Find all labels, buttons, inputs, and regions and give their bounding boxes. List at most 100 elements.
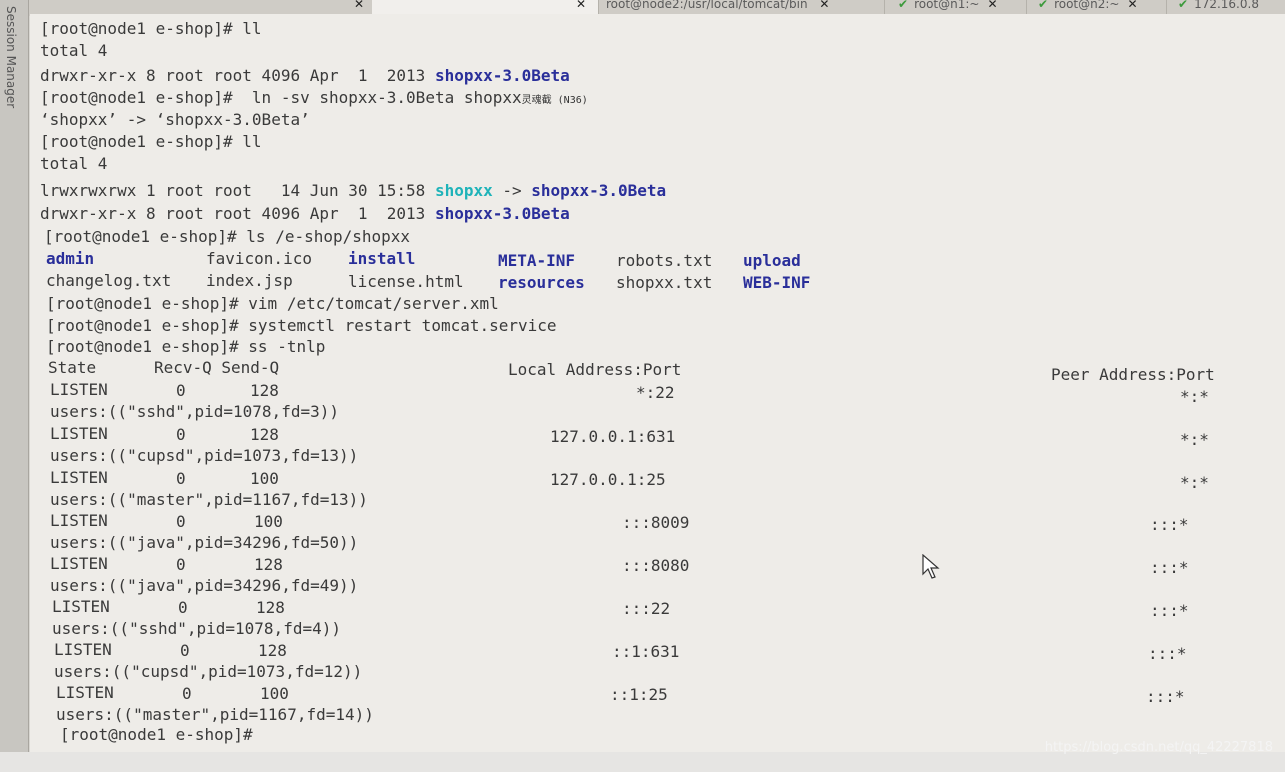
ls-item: WEB-INF — [743, 273, 811, 292]
ss-sendq: 128 — [256, 598, 285, 617]
ss-state: LISTEN — [50, 380, 108, 399]
ls-item: license.html — [348, 272, 464, 291]
ss-sendq: 100 — [250, 469, 279, 488]
terminal-line: drwxr-xr-x 8 root root 4096 Apr 1 2013 s… — [40, 203, 570, 225]
ss-state: LISTEN — [50, 424, 108, 443]
ss-users: users:(("master",pid=1167,fd=13)) — [50, 490, 368, 509]
ss-peer: :::* — [1150, 601, 1189, 620]
tab-3[interactable]: root@node2:/usr/local/tomcat/bin ✕ — [598, 0, 885, 14]
tab-label: root@node2:/usr/local/tomcat/bin — [606, 0, 808, 11]
ss-users: users:(("java",pid=34296,fd=49)) — [50, 576, 359, 595]
ls-item: resources — [498, 273, 585, 292]
ss-sendq: 128 — [250, 425, 279, 444]
ss-sendq: 100 — [254, 512, 283, 531]
ls-item: install — [348, 249, 416, 268]
tab-5[interactable]: ✔ root@n2:~ ✕ — [1030, 0, 1167, 14]
check-icon: ✔ — [1178, 0, 1189, 11]
ls-item: favicon.ico — [206, 249, 312, 268]
terminal-line: ‘shopxx’ -> ‘shopxx-3.0Beta’ — [40, 110, 310, 129]
close-icon[interactable]: ✕ — [987, 0, 997, 11]
close-icon[interactable]: ✕ — [576, 0, 586, 14]
ss-local: ::1:25 — [610, 685, 668, 704]
ls-item: admin — [46, 249, 95, 268]
terminal-line: [root@node1 e-shop]# ll — [40, 19, 262, 38]
terminal-line: [root@node1 e-shop]# ss -tnlp — [46, 337, 326, 356]
terminal-prompt[interactable]: [root@node1 e-shop]# — [60, 724, 253, 746]
ss-header-local: Local Address:Port — [508, 360, 682, 379]
ss-local: :::8009 — [622, 513, 690, 532]
ls-item: META-INF — [498, 251, 576, 270]
tab-1[interactable]: ✕ — [30, 0, 377, 14]
ss-sendq: 128 — [254, 555, 283, 574]
ss-local: *:22 — [636, 383, 675, 402]
terminal[interactable]: [root@node1 e-shop]# ll total 4 drwxr-xr… — [30, 14, 1285, 752]
ss-peer: *:* — [1180, 387, 1209, 406]
ss-local: 127.0.0.1:631 — [550, 427, 676, 446]
close-icon[interactable]: ✕ — [819, 0, 829, 11]
ss-users: users:(("cupsd",pid=1073,fd=12)) — [54, 662, 363, 681]
ss-users: users:(("java",pid=34296,fd=50)) — [50, 533, 359, 552]
ls-item: shopxx.txt — [616, 273, 713, 292]
ss-users: users:(("cupsd",pid=1073,fd=13)) — [50, 446, 359, 465]
command-text: [root@node1 e-shop]# ln -sv shopxx-3.0Be… — [40, 88, 522, 107]
ss-recvq: 0 — [176, 381, 186, 400]
terminal-line: [root@node1 e-shop]# systemctl restart t… — [46, 316, 557, 335]
tab-label: root@n2:~ — [1054, 0, 1120, 11]
terminal-line: [root@node1 e-shop]# ll — [40, 132, 262, 151]
terminal-line: total 4 — [40, 41, 108, 60]
ss-state: LISTEN — [52, 597, 110, 616]
terminal-line: lrwxrwxrwx 1 root root 14 Jun 30 15:58 s… — [40, 180, 666, 202]
terminal-line: total 4 — [40, 154, 108, 173]
ss-users: users:(("sshd",pid=1078,fd=4)) — [52, 619, 341, 638]
ss-sendq: 128 — [258, 641, 287, 660]
close-icon[interactable]: ✕ — [1127, 0, 1137, 11]
permissions: drwxr-xr-x 8 root root 4096 Apr 1 2013 — [40, 204, 435, 223]
watermark: https://blog.csdn.net/qq_42227818 — [1044, 740, 1273, 755]
terminal-line: [root@node1 e-shop]# vim /etc/tomcat/ser… — [46, 294, 499, 313]
check-icon: ✔ — [898, 0, 909, 11]
ss-recvq: 0 — [176, 512, 186, 531]
tab-label: 172.16.0.8 — [1194, 0, 1259, 11]
directory-name: shopxx-3.0Beta — [531, 181, 667, 200]
ss-peer: *:* — [1180, 430, 1209, 449]
permissions: lrwxrwxrwx 1 root root 14 Jun 30 15:58 — [40, 181, 435, 200]
ss-local: 127.0.0.1:25 — [550, 470, 666, 489]
ss-header-left: State Recv-Q Send-Q — [48, 358, 280, 377]
ss-recvq: 0 — [180, 641, 190, 660]
terminal-line: drwxr-xr-x 8 root root 4096 Apr 1 2013 s… — [40, 65, 570, 87]
ss-state: LISTEN — [54, 640, 112, 659]
ss-recvq: 0 — [178, 598, 188, 617]
symlink-name: shopxx — [434, 181, 493, 200]
ss-recvq: 0 — [176, 469, 186, 488]
ss-sendq: 100 — [260, 684, 289, 703]
input-method-note: 灵魂截 (N36) — [521, 95, 588, 106]
ls-item: robots.txt — [616, 251, 713, 270]
ss-peer: :::* — [1150, 515, 1189, 534]
ls-item: changelog.txt — [46, 271, 172, 290]
ss-local: :::8080 — [622, 556, 690, 575]
ss-peer: :::* — [1148, 644, 1187, 663]
tab-4[interactable]: ✔ root@n1:~ ✕ — [890, 0, 1027, 14]
ss-state: LISTEN — [50, 511, 108, 530]
ss-header-peer: Peer Address:Port — [1051, 365, 1215, 384]
tab-2-active[interactable]: ✕ — [372, 0, 599, 14]
permissions: drwxr-xr-x 8 root root 4096 Apr 1 2013 — [40, 66, 435, 85]
ss-users: users:(("master",pid=1167,fd=14)) — [56, 705, 374, 724]
check-icon: ✔ — [1038, 0, 1049, 11]
ss-peer: *:* — [1180, 473, 1209, 492]
session-manager-panel[interactable]: Session Manager — [0, 0, 29, 752]
ss-recvq: 0 — [182, 684, 192, 703]
mouse-pointer-icon — [922, 554, 940, 579]
tab-6[interactable]: ✔ 172.16.0.8 — [1170, 0, 1285, 14]
ss-recvq: 0 — [176, 425, 186, 444]
ss-state: LISTEN — [56, 683, 114, 702]
ls-item: index.jsp — [206, 271, 293, 290]
ss-local: ::1:631 — [612, 642, 680, 661]
ss-peer: :::* — [1146, 687, 1185, 706]
ls-item: upload — [743, 251, 801, 270]
ss-state: LISTEN — [50, 468, 108, 487]
close-icon[interactable]: ✕ — [354, 0, 364, 14]
ss-local: :::22 — [622, 599, 671, 618]
link-arrow: -> — [492, 181, 532, 200]
ss-peer: :::* — [1150, 558, 1189, 577]
